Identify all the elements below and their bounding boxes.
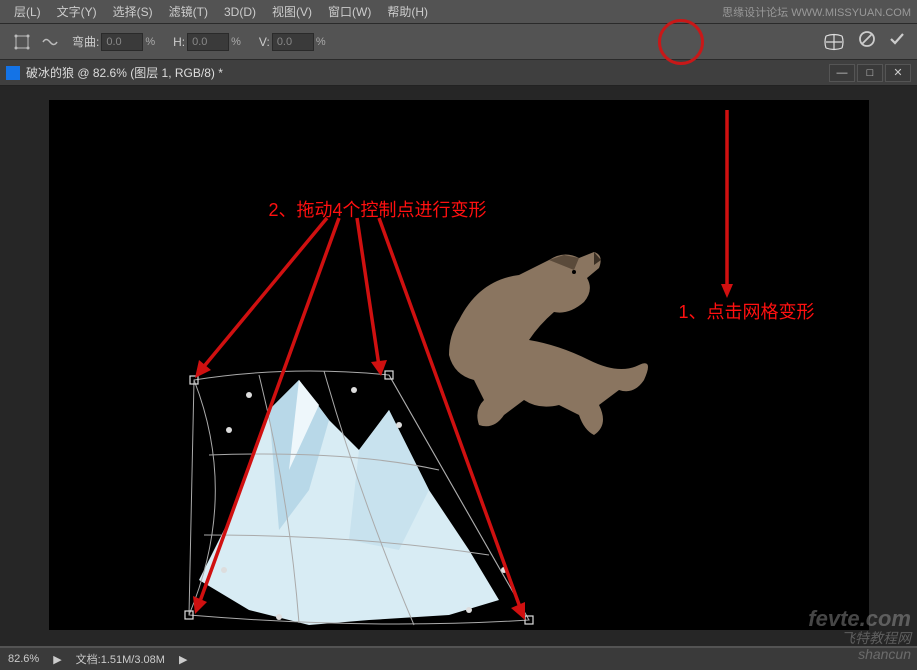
window-controls: — □ ✕	[829, 64, 911, 82]
doc-size: 文档:1.51M/3.08M	[76, 651, 165, 667]
warp-mesh-button[interactable]	[819, 27, 849, 57]
minimize-button[interactable]: —	[829, 64, 855, 82]
v-field[interactable]	[272, 33, 314, 51]
zoom-level[interactable]: 82.6%	[8, 653, 39, 665]
menu-window[interactable]: 窗口(W)	[320, 3, 379, 20]
bend-pct: %	[145, 36, 155, 48]
commit-transform-icon[interactable]	[885, 30, 909, 53]
h-field[interactable]	[187, 33, 229, 51]
photoshop-icon	[6, 66, 20, 80]
menu-type[interactable]: 文字(Y)	[49, 3, 105, 20]
menu-layer[interactable]: 层(L)	[6, 3, 49, 20]
canvas[interactable]: 2、拖动4个控制点进行变形 1、点击网格变形	[49, 100, 869, 630]
options-bar: 弯曲: % H: % V: %	[0, 24, 917, 60]
h-pct: %	[231, 36, 241, 48]
menu-view[interactable]: 视图(V)	[264, 3, 320, 20]
close-button[interactable]: ✕	[885, 64, 911, 82]
v-pct: %	[316, 36, 326, 48]
annotation-step2: 2、拖动4个控制点进行变形	[269, 196, 487, 222]
canvas-area: 2、拖动4个控制点进行变形 1、点击网格变形	[0, 86, 917, 646]
menu-filter[interactable]: 滤镜(T)	[161, 3, 216, 20]
annotation-step1: 1、点击网格变形	[679, 298, 815, 324]
status-bar: 82.6% ▶ 文档:1.51M/3.08M ▶	[0, 648, 917, 670]
menu-select[interactable]: 选择(S)	[105, 3, 161, 20]
maximize-button[interactable]: □	[857, 64, 883, 82]
annotation-circle	[658, 19, 704, 65]
menu-3d[interactable]: 3D(D)	[216, 5, 264, 19]
chevron-right-icon[interactable]: ▶	[179, 653, 187, 666]
menu-bar: 层(L) 文字(Y) 选择(S) 滤镜(T) 3D(D) 视图(V) 窗口(W)…	[0, 0, 917, 24]
chevron-right-icon[interactable]: ▶	[53, 653, 61, 666]
document-tab-bar: 破冰的狼 @ 82.6% (图层 1, RGB/8) * — □ ✕	[0, 60, 917, 86]
cancel-transform-icon[interactable]	[855, 30, 879, 53]
bend-label: 弯曲:	[72, 33, 99, 50]
branding-text: 思缘设计论坛 WWW.MISSYUAN.COM	[722, 4, 911, 20]
transform-icon[interactable]	[12, 32, 32, 52]
bend-field[interactable]	[101, 33, 143, 51]
document-title: 破冰的狼 @ 82.6% (图层 1, RGB/8) *	[26, 64, 223, 81]
annotation-arrow	[49, 100, 869, 630]
menu-help[interactable]: 帮助(H)	[379, 3, 436, 20]
h-label: H:	[173, 35, 185, 49]
warp-preset-icon[interactable]	[40, 32, 60, 52]
v-label: V:	[259, 35, 270, 49]
